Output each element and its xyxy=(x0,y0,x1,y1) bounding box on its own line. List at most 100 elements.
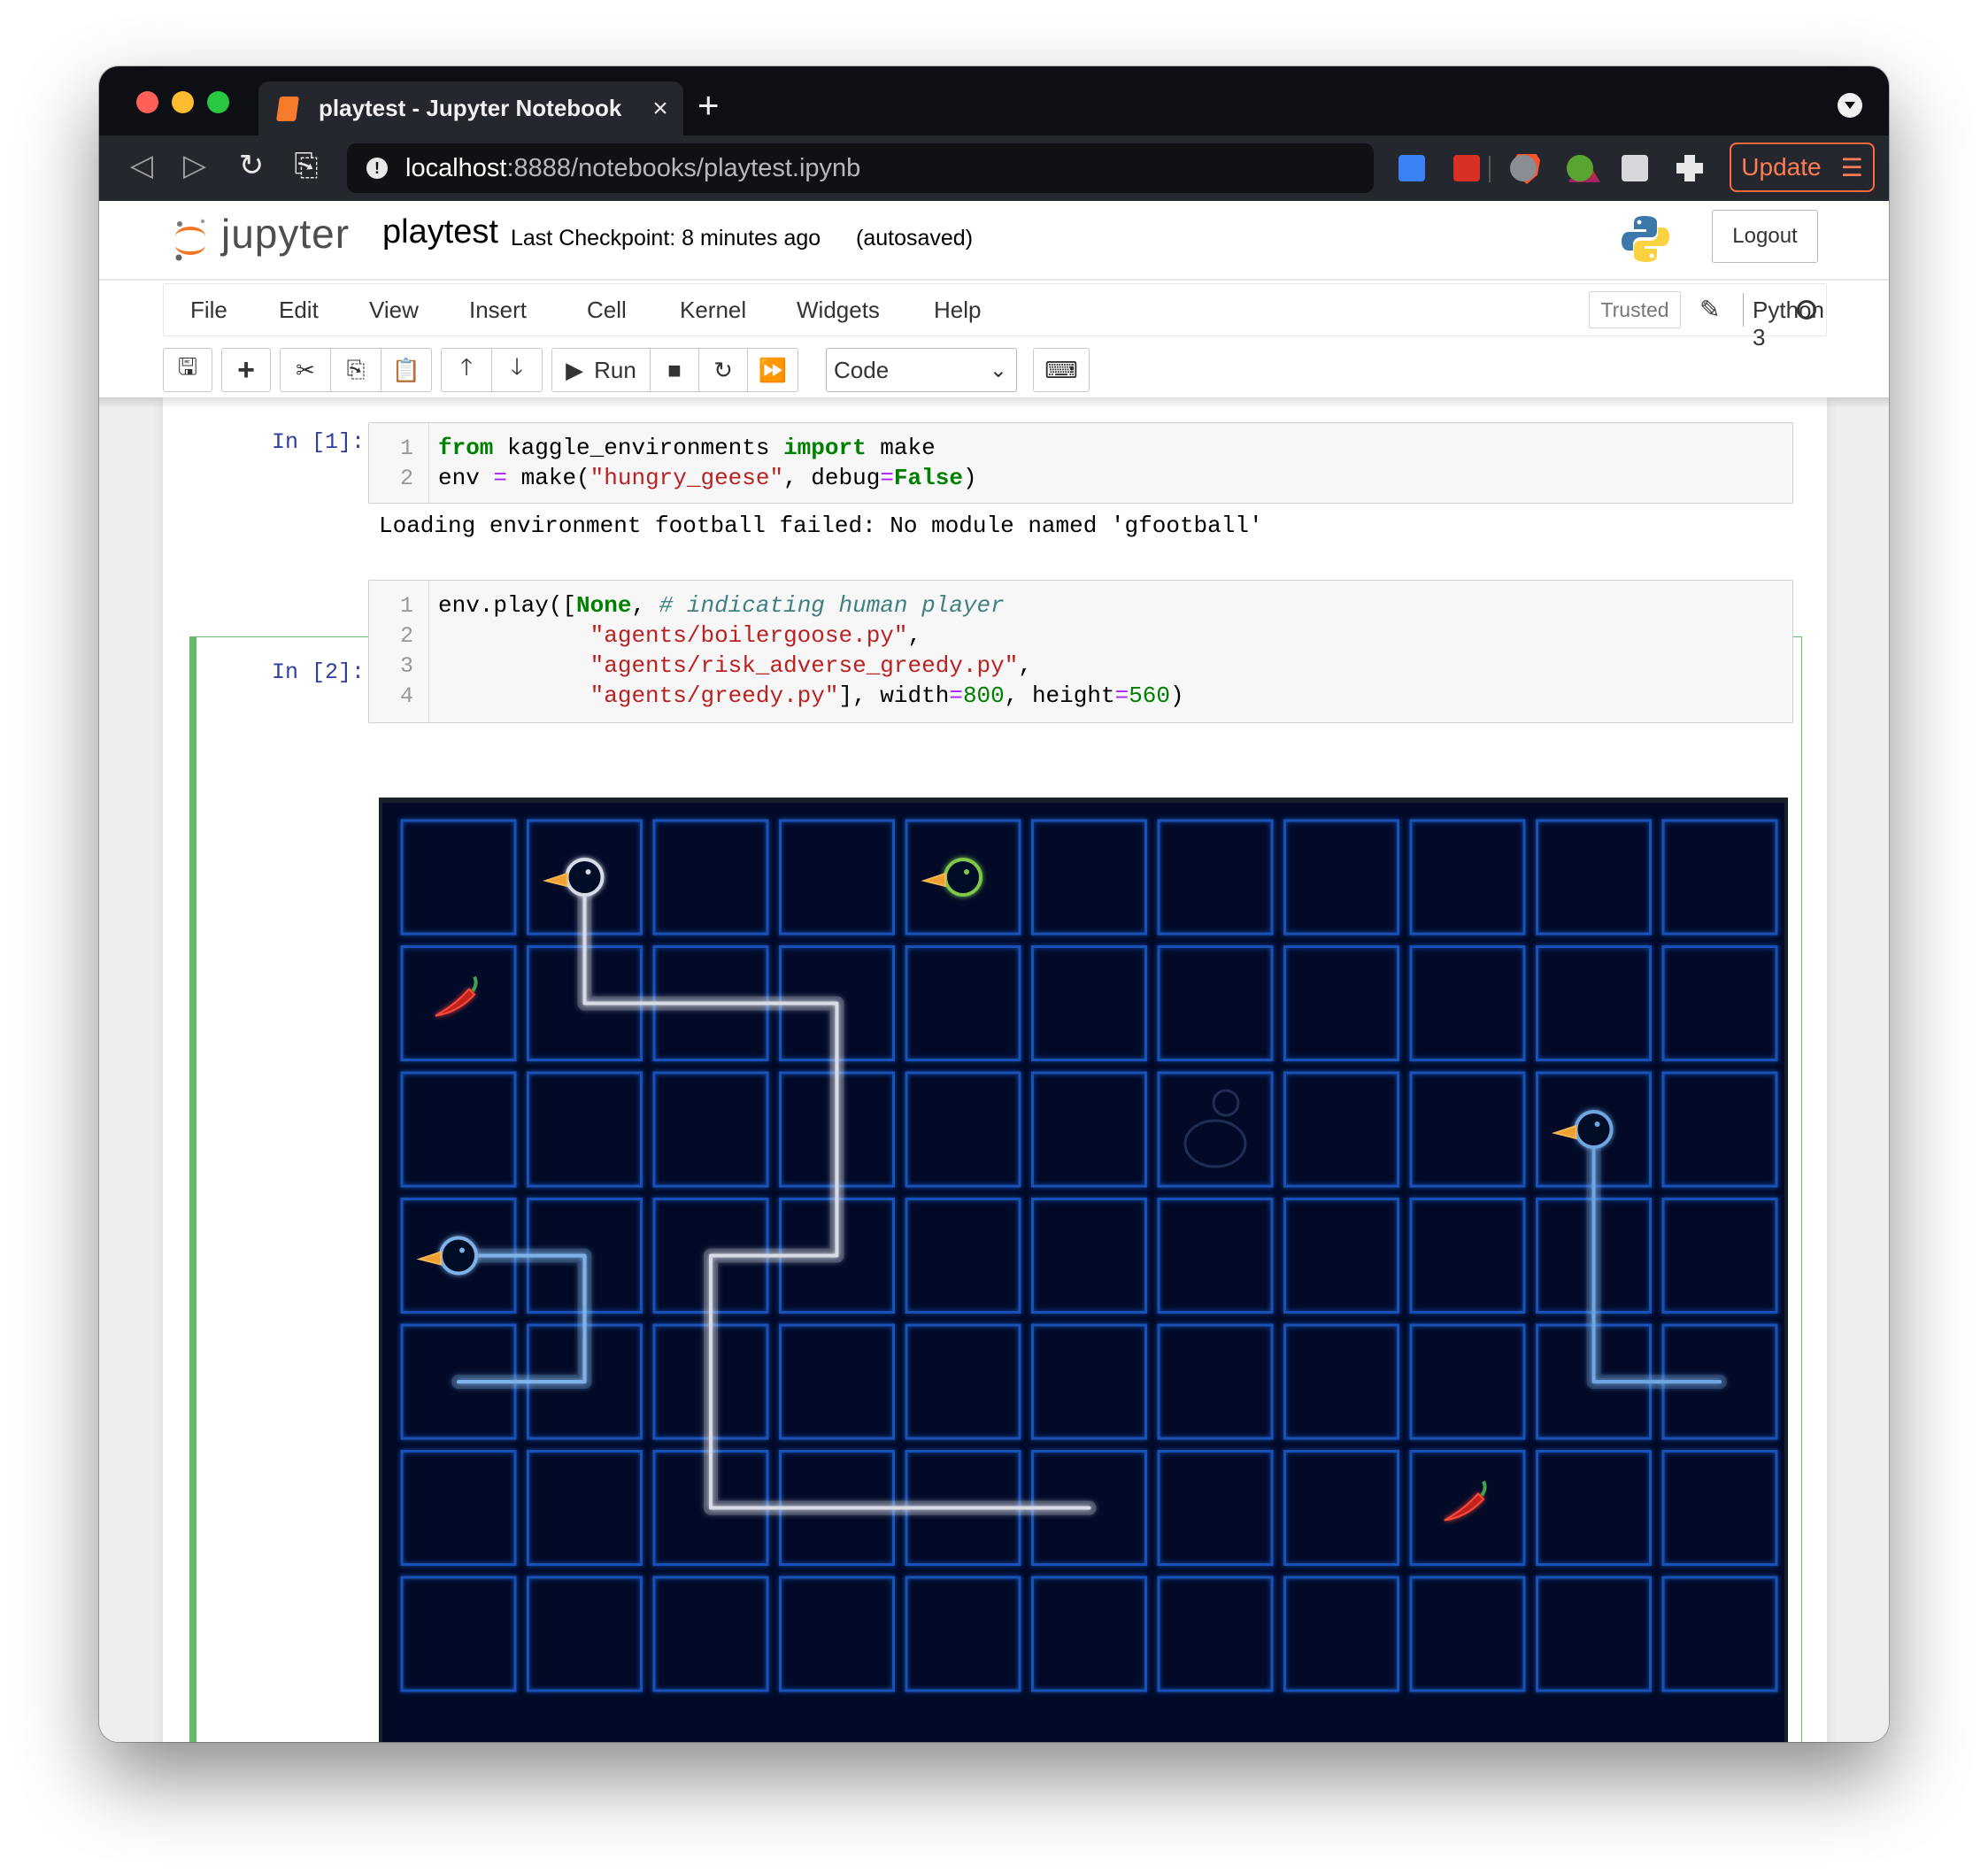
board-cell[interactable] xyxy=(1157,1071,1274,1188)
board-cell[interactable] xyxy=(1283,1323,1399,1440)
jupyter-logo-icon[interactable] xyxy=(172,217,209,263)
board-cell[interactable] xyxy=(779,1323,895,1440)
board-cell[interactable] xyxy=(1409,1323,1526,1440)
paste-button[interactable]: 📋 xyxy=(381,348,432,392)
save-button[interactable]: 🖫 xyxy=(163,348,212,392)
back-icon[interactable]: ◁ xyxy=(124,148,159,183)
menu-help[interactable]: Help xyxy=(934,297,981,324)
move-up-button[interactable]: 🡑 xyxy=(441,348,492,392)
board-cell[interactable] xyxy=(1409,1576,1526,1692)
board-cell[interactable] xyxy=(1536,1576,1652,1692)
site-info-icon[interactable]: ! xyxy=(366,158,388,179)
bookmark-icon[interactable]: ⎘ xyxy=(289,148,324,183)
board-cell[interactable] xyxy=(1031,1198,1147,1314)
restart-run-all-button[interactable]: ⏩ xyxy=(747,348,798,392)
board-cell[interactable] xyxy=(1031,1576,1147,1692)
menu-cell[interactable]: Cell xyxy=(587,297,627,324)
board-cell[interactable] xyxy=(1283,1576,1399,1692)
board-cell[interactable] xyxy=(1409,945,1526,1061)
board-cell[interactable] xyxy=(905,945,1021,1061)
cell-2-editor[interactable]: 1 2 3 4 env.play([None, # indicating hum… xyxy=(368,580,1793,723)
board-cell[interactable] xyxy=(1661,1198,1778,1314)
board-cell[interactable] xyxy=(1661,945,1778,1061)
url-bar[interactable]: ! localhost:8888/notebooks/playtest.ipyn… xyxy=(347,143,1600,193)
run-button[interactable]: ▶ Run xyxy=(551,348,651,392)
board-cell[interactable] xyxy=(1661,1576,1778,1692)
menu-widgets[interactable]: Widgets xyxy=(797,297,880,324)
board-cell[interactable] xyxy=(905,1576,1021,1692)
board-cell[interactable] xyxy=(1031,945,1147,1061)
hungry-geese-board[interactable] xyxy=(382,803,1784,1742)
cell-1-editor[interactable]: 1 2 from kaggle_environments import make… xyxy=(368,422,1793,504)
board-cell[interactable] xyxy=(905,1323,1021,1440)
minimize-window-button[interactable] xyxy=(172,91,194,113)
close-window-button[interactable] xyxy=(136,91,158,113)
board-cell[interactable] xyxy=(1409,1198,1526,1314)
notebook-name[interactable]: playtest xyxy=(382,213,498,251)
board-cell[interactable] xyxy=(400,1576,517,1692)
cell-type-select[interactable]: Code ⌄ xyxy=(826,348,1017,392)
restart-kernel-button[interactable]: ↻ xyxy=(698,348,748,392)
board-cell[interactable] xyxy=(1157,945,1274,1061)
board-cell[interactable] xyxy=(779,819,895,936)
cut-button[interactable]: ✂ xyxy=(280,348,331,392)
board-cell[interactable] xyxy=(1283,1071,1399,1188)
move-down-button[interactable]: 🡓 xyxy=(491,348,543,392)
board-cell[interactable] xyxy=(1283,1450,1399,1566)
board-cell[interactable] xyxy=(527,1450,643,1566)
tab-search-icon[interactable] xyxy=(1838,93,1862,118)
board-cell[interactable] xyxy=(1536,945,1652,1061)
menu-edit[interactable]: Edit xyxy=(279,297,319,324)
cell-2-prompt: In [2]: xyxy=(271,659,365,685)
extensions-puzzle-icon[interactable] xyxy=(1676,155,1703,181)
extension-lastpass-icon[interactable] xyxy=(1453,155,1480,181)
trusted-badge[interactable]: Trusted xyxy=(1589,291,1681,328)
url-text[interactable]: localhost:8888/notebooks/playtest.ipynb xyxy=(405,154,860,183)
extension-add-icon[interactable] xyxy=(1567,155,1593,181)
board-cell[interactable] xyxy=(1283,1198,1399,1314)
board-cell[interactable] xyxy=(1661,1450,1778,1566)
logout-button[interactable]: Logout xyxy=(1712,210,1818,263)
board-cell[interactable] xyxy=(1031,1071,1147,1188)
board-cell[interactable] xyxy=(527,1071,643,1188)
menu-kernel[interactable]: Kernel xyxy=(680,297,746,324)
board-cell[interactable] xyxy=(1157,1576,1274,1692)
interrupt-button[interactable]: ■ xyxy=(650,348,699,392)
board-cell[interactable] xyxy=(779,1576,895,1692)
board-cell[interactable] xyxy=(1157,1198,1274,1314)
insert-cell-button[interactable]: + xyxy=(221,348,271,392)
copy-button[interactable]: ⎘ xyxy=(330,348,381,392)
forward-icon[interactable]: ▷ xyxy=(177,148,212,183)
board-cell[interactable] xyxy=(400,1450,517,1566)
board-cell[interactable] xyxy=(400,1071,517,1188)
reload-icon[interactable]: ↻ xyxy=(234,148,269,183)
zoom-window-button[interactable] xyxy=(207,91,229,113)
board-cell[interactable] xyxy=(1031,1323,1147,1440)
board-cell[interactable] xyxy=(652,1576,769,1692)
extension-reader-icon[interactable] xyxy=(1622,155,1648,181)
board-cell[interactable] xyxy=(1157,1323,1274,1440)
board-cell[interactable] xyxy=(905,1071,1021,1188)
tab-close-icon[interactable]: × xyxy=(643,94,678,124)
menu-insert[interactable]: Insert xyxy=(469,297,527,324)
board-cell[interactable] xyxy=(1157,1450,1274,1566)
extension-incognito-icon[interactable] xyxy=(1510,155,1537,181)
command-palette-button[interactable]: ⌨ xyxy=(1033,348,1090,392)
menu-view[interactable]: View xyxy=(369,297,419,324)
new-tab-button[interactable]: + xyxy=(697,86,720,125)
board-cell[interactable] xyxy=(400,819,517,936)
board-cell[interactable] xyxy=(905,1198,1021,1314)
board-cell[interactable] xyxy=(652,1071,769,1188)
game-board-svg[interactable] xyxy=(382,803,1784,1742)
menu-file[interactable]: File xyxy=(190,297,227,324)
browser-tab[interactable]: playtest - Jupyter Notebook × xyxy=(258,81,683,135)
board-cell[interactable] xyxy=(1409,1071,1526,1188)
jupyter-logo-text[interactable]: jupyter xyxy=(221,210,350,258)
board-cell[interactable] xyxy=(1661,1071,1778,1188)
board-cell[interactable] xyxy=(1283,945,1399,1061)
extension-doc-icon[interactable] xyxy=(1399,155,1425,181)
board-cell[interactable] xyxy=(1536,1450,1652,1566)
board-cell[interactable] xyxy=(652,819,769,936)
board-cell[interactable] xyxy=(527,1576,643,1692)
update-button[interactable]: Update ☰ xyxy=(1730,143,1875,192)
